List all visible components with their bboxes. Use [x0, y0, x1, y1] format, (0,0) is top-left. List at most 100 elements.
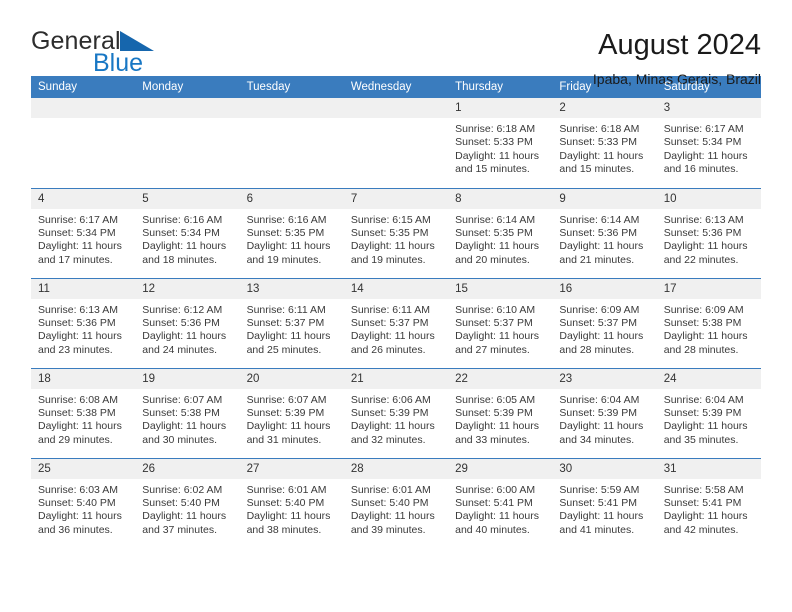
- sunrise-time: Sunrise: 6:10 AM: [455, 303, 536, 316]
- calendar-day-cell-empty: [31, 98, 136, 188]
- calendar-day-cell[interactable]: 7 Sunrise: 6:15 AM Sunset: 5:35 PM Daylight…: [343, 187, 449, 278]
- calendar-day-cell[interactable]: 16 Sunrise: 6:09 AM Sunset: 5:37 PM Dayligh…: [552, 277, 657, 368]
- calendar-day-cell[interactable]: 30 Sunrise: 5:59 AM Sunset: 5:41 PM Dayligh…: [552, 457, 657, 548]
- general-blue-logo[interactable]: General Blue: [31, 28, 154, 76]
- sunset-time: Sunset: 5:41 PM: [663, 496, 742, 509]
- sunset-time: Sunset: 5:39 PM: [663, 406, 742, 419]
- sunset-time: Sunset: 5:37 PM: [350, 316, 429, 329]
- day-details: Sunrise: 6:17 AM Sunset: 5:34 PM Daylight:…: [31, 209, 135, 268]
- day-details: Sunrise: 6:14 AM Sunset: 5:35 PM Daylight:…: [448, 209, 552, 268]
- day-number: 31: [656, 458, 761, 479]
- daylight-duration-line1: Daylight: 11 hours: [663, 330, 748, 343]
- calendar-day-cell[interactable]: 29 Sunrise: 6:00 AM Sunset: 5:41 PM Dayligh…: [448, 457, 553, 548]
- sunrise-time: Sunrise: 6:11 AM: [246, 303, 326, 316]
- daylight-duration-line2: and 20 minutes.: [455, 253, 530, 266]
- day-number: [239, 98, 344, 118]
- calendar-day-cell[interactable]: 25 Sunrise: 6:03 AM Sunset: 5:40 PM Dayligh…: [31, 457, 136, 548]
- calendar-page: General Blue August 2024 Ipaba, Minas Ge…: [0, 0, 792, 612]
- daylight-duration-line1: Daylight: 11 hours: [142, 240, 227, 253]
- day-number: 4: [31, 188, 136, 209]
- day-number: 15: [448, 278, 553, 299]
- calendar-day-cell[interactable]: 18 Sunrise: 6:08 AM Sunset: 5:38 PM Dayligh…: [31, 367, 136, 458]
- day-number: 20: [239, 368, 344, 389]
- calendar-day-cell[interactable]: 2 Sunrise: 6:18 AM Sunset: 5:33 PM Daylight…: [552, 98, 657, 188]
- daylight-duration-line1: Daylight: 11 hours: [142, 510, 227, 523]
- calendar-day-cell[interactable]: 10 Sunrise: 6:13 AM Sunset: 5:36 PM Dayligh…: [656, 187, 761, 278]
- sunrise-time: Sunrise: 6:01 AM: [246, 483, 327, 496]
- calendar-day-cell[interactable]: 20 Sunrise: 6:07 AM Sunset: 5:39 PM Dayligh…: [239, 367, 344, 458]
- daylight-duration-line1: Daylight: 11 hours: [38, 330, 122, 343]
- day-details: Sunrise: 6:09 AM Sunset: 5:38 PM Daylight:…: [657, 299, 761, 358]
- sunrise-time: Sunrise: 5:59 AM: [559, 483, 640, 496]
- calendar-day-cell[interactable]: 11 Sunrise: 6:13 AM Sunset: 5:36 PM Dayligh…: [31, 277, 136, 368]
- day-number: 29: [448, 458, 553, 479]
- day-details: Sunrise: 6:04 AM Sunset: 5:39 PM Daylight:…: [657, 389, 761, 448]
- weekday-header-sunday: Sunday: [31, 76, 136, 98]
- day-number: [31, 98, 136, 118]
- sunset-time: Sunset: 5:40 PM: [246, 496, 325, 509]
- day-number: 7: [343, 188, 449, 209]
- calendar-day-cell[interactable]: 24 Sunrise: 6:04 AM Sunset: 5:39 PM Dayligh…: [656, 367, 761, 458]
- calendar-day-cell[interactable]: 12 Sunrise: 6:12 AM Sunset: 5:36 PM Dayligh…: [135, 277, 240, 368]
- day-number: 19: [135, 368, 240, 389]
- sunrise-time: Sunrise: 6:18 AM: [455, 123, 536, 135]
- calendar-day-cell[interactable]: 28 Sunrise: 6:01 AM Sunset: 5:40 PM Dayligh…: [343, 457, 449, 548]
- calendar-day-cell[interactable]: 3 Sunrise: 6:17 AM Sunset: 5:34 PM Daylight…: [656, 98, 761, 188]
- weekday-header-wednesday: Wednesday: [343, 76, 449, 98]
- calendar-day-cell[interactable]: 19 Sunrise: 6:07 AM Sunset: 5:38 PM Dayligh…: [135, 367, 240, 458]
- daylight-duration-line1: Daylight: 11 hours: [350, 510, 435, 523]
- calendar-day-cell[interactable]: 17 Sunrise: 6:09 AM Sunset: 5:38 PM Dayligh…: [656, 277, 761, 368]
- day-details: Sunrise: 6:18 AM Sunset: 5:33 PM Daylight:…: [552, 118, 656, 177]
- calendar-day-cell[interactable]: 15 Sunrise: 6:10 AM Sunset: 5:37 PM Dayligh…: [448, 277, 553, 368]
- sunrise-time: Sunrise: 6:11 AM: [350, 303, 431, 316]
- calendar-day-cell[interactable]: 14 Sunrise: 6:11 AM Sunset: 5:37 PM Dayligh…: [343, 277, 449, 368]
- day-number: 23: [552, 368, 657, 389]
- day-number: 10: [656, 188, 761, 209]
- calendar-day-cell[interactable]: 9 Sunrise: 6:14 AM Sunset: 5:36 PM Daylight…: [552, 187, 657, 278]
- calendar-day-cell[interactable]: 6 Sunrise: 6:16 AM Sunset: 5:35 PM Daylight…: [239, 187, 344, 278]
- day-details: Sunrise: 6:16 AM Sunset: 5:35 PM Daylight:…: [240, 209, 344, 268]
- calendar-day-cell[interactable]: 13 Sunrise: 6:11 AM Sunset: 5:37 PM Dayligh…: [239, 277, 344, 368]
- sunset-time: Sunset: 5:38 PM: [663, 316, 742, 329]
- sunset-time: Sunset: 5:34 PM: [142, 226, 220, 239]
- calendar-day-cell[interactable]: 22 Sunrise: 6:05 AM Sunset: 5:39 PM Dayligh…: [448, 367, 553, 458]
- sunrise-time: Sunrise: 6:03 AM: [38, 483, 118, 496]
- day-details: Sunrise: 6:02 AM Sunset: 5:40 PM Daylight:…: [135, 479, 239, 538]
- day-number: 21: [343, 368, 449, 389]
- sunrise-time: Sunrise: 6:02 AM: [142, 483, 223, 496]
- calendar-day-cell[interactable]: 5 Sunrise: 6:16 AM Sunset: 5:34 PM Daylight…: [135, 187, 240, 278]
- sunset-time: Sunset: 5:41 PM: [559, 496, 638, 509]
- day-details: Sunrise: 6:00 AM Sunset: 5:41 PM Daylight:…: [448, 479, 552, 538]
- calendar-day-cell[interactable]: 26 Sunrise: 6:02 AM Sunset: 5:40 PM Dayligh…: [135, 457, 240, 548]
- daylight-duration-line2: and 17 minutes.: [38, 253, 113, 266]
- daylight-duration-line1: Daylight: 11 hours: [246, 420, 331, 433]
- calendar-day-cell[interactable]: 1 Sunrise: 6:18 AM Sunset: 5:33 PM Daylight…: [448, 98, 553, 188]
- calendar-day-cell[interactable]: 21 Sunrise: 6:06 AM Sunset: 5:39 PM Dayligh…: [343, 367, 449, 458]
- daylight-duration-line2: and 36 minutes.: [38, 523, 113, 536]
- day-details: Sunrise: 6:08 AM Sunset: 5:38 PM Daylight:…: [31, 389, 135, 448]
- daylight-duration-line2: and 25 minutes.: [246, 343, 322, 356]
- daylight-duration-line1: Daylight: 11 hours: [455, 149, 539, 162]
- calendar-day-cell[interactable]: 31 Sunrise: 5:58 AM Sunset: 5:41 PM Dayligh…: [656, 457, 761, 548]
- calendar-day-cell-empty: [343, 98, 449, 188]
- calendar-day-cell[interactable]: 4 Sunrise: 6:17 AM Sunset: 5:34 PM Daylight…: [31, 187, 136, 278]
- calendar-day-cell[interactable]: 27 Sunrise: 6:01 AM Sunset: 5:40 PM Dayligh…: [239, 457, 344, 548]
- daylight-duration-line2: and 35 minutes.: [663, 433, 739, 446]
- calendar-body: 1 Sunrise: 6:18 AM Sunset: 5:33 PM Daylight…: [31, 98, 761, 548]
- sunset-time: Sunset: 5:36 PM: [559, 226, 638, 239]
- day-details: Sunrise: 6:05 AM Sunset: 5:39 PM Daylight:…: [448, 389, 552, 448]
- day-number: 26: [135, 458, 240, 479]
- day-details: Sunrise: 6:09 AM Sunset: 5:37 PM Daylight:…: [552, 299, 656, 358]
- day-number: 30: [552, 458, 657, 479]
- daylight-duration-line2: and 38 minutes.: [246, 523, 322, 536]
- sunset-time: Sunset: 5:39 PM: [559, 406, 638, 419]
- sunset-time: Sunset: 5:40 PM: [38, 496, 116, 509]
- daylight-duration-line1: Daylight: 11 hours: [455, 240, 539, 253]
- daylight-duration-line1: Daylight: 11 hours: [559, 510, 644, 523]
- sunset-time: Sunset: 5:36 PM: [663, 226, 742, 239]
- calendar-day-cell[interactable]: 8 Sunrise: 6:14 AM Sunset: 5:35 PM Daylight…: [448, 187, 553, 278]
- calendar-day-cell[interactable]: 23 Sunrise: 6:04 AM Sunset: 5:39 PM Dayligh…: [552, 367, 657, 458]
- day-details: Sunrise: 6:01 AM Sunset: 5:40 PM Daylight:…: [240, 479, 344, 538]
- daylight-duration-line1: Daylight: 11 hours: [350, 330, 435, 343]
- daylight-duration-line1: Daylight: 11 hours: [455, 330, 539, 343]
